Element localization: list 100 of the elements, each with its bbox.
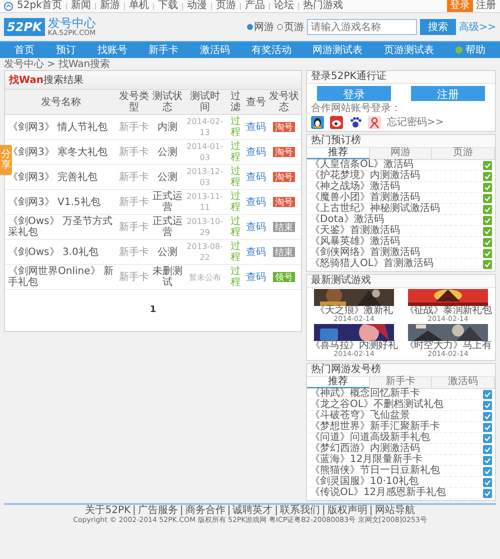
tab[interactable]: 网游 — [370, 148, 432, 159]
table-cell: 新手卡 — [117, 240, 151, 264]
table-cell: 正式运营 — [150, 190, 184, 214]
game-link[interactable]: 《天之痕》激新礼 — [315, 306, 393, 316]
search-field[interactable]: 请输入游戏名称 — [307, 19, 418, 35]
breadcrumb-link[interactable]: 找Wan搜索 — [58, 57, 110, 71]
list-link[interactable]: 《神之战场》激活码 — [310, 182, 400, 192]
list-link[interactable]: 《剑侠网络》首测激活码 — [310, 248, 420, 258]
list-link[interactable]: 《剑灵国服》10·10礼包 — [310, 477, 419, 487]
lookup-link[interactable]: 查码 — [246, 246, 266, 258]
check-icon — [483, 400, 492, 410]
game-link[interactable]: 《喜马拉》内测好礼 — [310, 341, 398, 351]
column-header: 查号 — [244, 90, 267, 114]
game-link[interactable]: 《时空大力》马上有 — [404, 341, 492, 351]
check-icon — [483, 488, 492, 498]
figure-icon — [368, 116, 381, 128]
breadcrumb-link[interactable]: 发号中心 — [4, 57, 44, 71]
footer-link[interactable]: 广告服务 — [138, 506, 178, 516]
logo-title: 发号中心 — [48, 17, 96, 29]
check-icon — [483, 204, 492, 214]
list-link[interactable]: 《上古世纪》神秘测试激活码 — [310, 204, 440, 214]
list-link[interactable]: 《人皇信条OL》激活码 — [310, 160, 414, 170]
nav-link[interactable]: 页游 — [216, 0, 236, 12]
game-link[interactable]: 《征战》泰润新礼包 — [404, 306, 492, 316]
check-icon — [483, 248, 492, 258]
list-link[interactable]: 《Dota》激活码 — [310, 215, 384, 225]
lookup-link[interactable]: 查码 — [246, 146, 266, 158]
status-button[interactable]: 淘号 — [272, 146, 295, 156]
breadcrumb-separator: > — [47, 58, 56, 70]
paw-icon — [349, 116, 362, 128]
footer-link[interactable]: 网站导航 — [374, 506, 415, 516]
table-cell: 公测 — [150, 240, 184, 264]
list-link[interactable]: 《斗破苍穹》飞仙盆景 — [310, 411, 410, 421]
nav-link[interactable]: 论坛 — [274, 0, 294, 12]
nav-link[interactable]: 动漫 — [186, 0, 207, 12]
link-separator: | — [369, 506, 373, 516]
nav-item[interactable]: 有奖活动 — [251, 43, 292, 57]
tab[interactable]: 激活码 — [432, 377, 496, 388]
lookup-link[interactable]: 查码 — [246, 122, 266, 132]
nav-item[interactable]: 预订 — [56, 43, 76, 57]
nav-link[interactable]: 单机 — [128, 0, 149, 12]
list-link[interactable]: 《传说OL》12月感恩新手礼包 — [310, 488, 446, 498]
footer-link[interactable]: 商务合作 — [185, 506, 226, 516]
nav-link[interactable]: 下载 — [158, 0, 178, 12]
tab[interactable]: 新手卡 — [370, 377, 432, 388]
footer-link[interactable]: 关于52PK — [85, 506, 131, 516]
footer-link[interactable]: 联系我们 — [280, 506, 320, 516]
table-cell: 过程 — [226, 190, 245, 214]
panel-title: 最新测试游戏 — [307, 275, 495, 288]
table-cell: 过程 — [226, 114, 245, 140]
status-button[interactable]: 淘号 — [272, 172, 295, 182]
list-link[interactable]: 《蓝海》12月限量新手卡 — [310, 455, 423, 465]
lookup-link[interactable]: 查码 — [246, 222, 266, 232]
footer-link[interactable]: 版权声明 — [327, 506, 368, 516]
lookup-link[interactable]: 查码 — [246, 196, 266, 208]
table-cell: 过程 — [226, 240, 245, 264]
panel-title: 热门预订榜 — [307, 135, 495, 148]
radio-button[interactable] — [247, 24, 254, 30]
link-separator: | — [274, 506, 278, 516]
tab[interactable]: 页游 — [432, 148, 496, 159]
nav-item[interactable]: 首页 — [14, 43, 35, 57]
help-link[interactable]: 帮助 — [455, 43, 486, 57]
footer-link[interactable]: 诚聘英才 — [232, 506, 273, 516]
page-link[interactable]: 1 — [148, 305, 158, 315]
check-icon — [483, 216, 492, 224]
table-cell: 《剑网3》 情人节礼包 — [5, 114, 118, 140]
list-link[interactable]: 《问道》问道高级新手礼包 — [310, 433, 430, 443]
status-button[interactable]: 淘号 — [272, 196, 295, 206]
list-link[interactable]: 《神武》概念回忆新手卡 — [310, 389, 420, 399]
list-link[interactable]: 《梦幻西游》内测激活码 — [310, 444, 420, 454]
column-header: 发号名称 — [5, 90, 118, 114]
tab[interactable]: 推荐 — [307, 377, 370, 388]
lookup-link[interactable]: 查码 — [246, 172, 266, 182]
nav-item[interactable]: 页游测试表 — [384, 43, 434, 57]
nav-item[interactable]: 找账号 — [97, 43, 128, 57]
nav-item[interactable]: 激活码 — [200, 43, 230, 57]
list-link[interactable]: 《风暴英雄》激活码 — [310, 237, 400, 247]
forgot-password-link[interactable]: 忘记密码>> — [387, 115, 444, 129]
list-link[interactable]: 《梦想世界》新手汇聚新手卡 — [310, 422, 440, 432]
help-icon — [455, 46, 464, 54]
table-cell: 2013-08-22 — [184, 240, 226, 264]
list-link[interactable]: 《天鉴》首测激活码 — [310, 226, 400, 236]
list-link[interactable]: 《魔兽小团》首测激活码 — [310, 193, 420, 203]
table-cell: 过程 — [226, 214, 245, 240]
radio-button[interactable] — [277, 24, 284, 30]
list-link[interactable]: 《龙之谷OL》不删档测试礼包 — [310, 400, 444, 410]
table-cell: 过程 — [226, 140, 245, 164]
table-cell: 过程 — [226, 264, 245, 290]
check-icon — [483, 456, 492, 464]
nav-link[interactable]: 52pk首页 — [17, 0, 62, 12]
lookup-link[interactable]: 查码 — [246, 272, 266, 282]
list-link[interactable]: 《怒骑猎人OL》首测激活码 — [310, 259, 434, 269]
list-link[interactable]: 《护花梦境》内测激活码 — [310, 171, 420, 181]
nav-item[interactable]: 新手卡 — [148, 43, 179, 57]
nav-item[interactable]: 网游测试表 — [312, 43, 363, 57]
tab[interactable]: 推荐 — [307, 148, 370, 159]
check-icon — [483, 160, 492, 170]
status-button[interactable]: 淘号 — [272, 122, 295, 132]
search-button[interactable]: 搜索 — [420, 19, 456, 35]
list-link[interactable]: 《熊猫侠》节日一日豆新礼包 — [310, 466, 440, 476]
